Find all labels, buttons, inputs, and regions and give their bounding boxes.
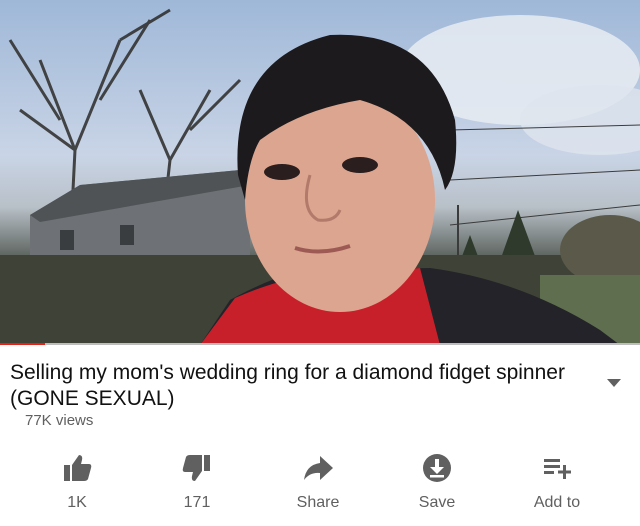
video-player[interactable] — [0, 0, 640, 345]
save-button[interactable]: Save — [387, 450, 487, 520]
dislike-count: 171 — [183, 494, 211, 511]
dislike-button[interactable]: 171 — [147, 450, 247, 520]
video-info-panel: Selling my mom's wedding ring for a diam… — [0, 346, 640, 526]
add-to-label: Add to — [533, 494, 581, 511]
like-button[interactable]: 1K — [27, 450, 127, 520]
share-button[interactable]: Share — [268, 450, 368, 520]
share-icon — [304, 456, 333, 480]
share-label: Share — [296, 494, 340, 511]
thumbs-down-icon — [182, 455, 210, 481]
save-label: Save — [418, 494, 456, 511]
like-count: 1K — [67, 494, 87, 511]
playlist-add-icon — [544, 459, 571, 479]
progress-bar-fill — [0, 343, 45, 345]
view-count: 77K views — [25, 412, 94, 429]
thumbs-up-icon — [64, 455, 92, 481]
progress-bar[interactable] — [0, 343, 640, 345]
video-title: Selling my mom's wedding ring for a diam… — [10, 361, 565, 410]
expand-description-icon[interactable] — [604, 376, 624, 390]
download-icon — [423, 454, 451, 482]
action-bar: 1K 171 Share Save Add to — [0, 450, 640, 526]
add-to-button[interactable]: Add to — [507, 450, 607, 520]
video-frame-image — [0, 8, 640, 345]
